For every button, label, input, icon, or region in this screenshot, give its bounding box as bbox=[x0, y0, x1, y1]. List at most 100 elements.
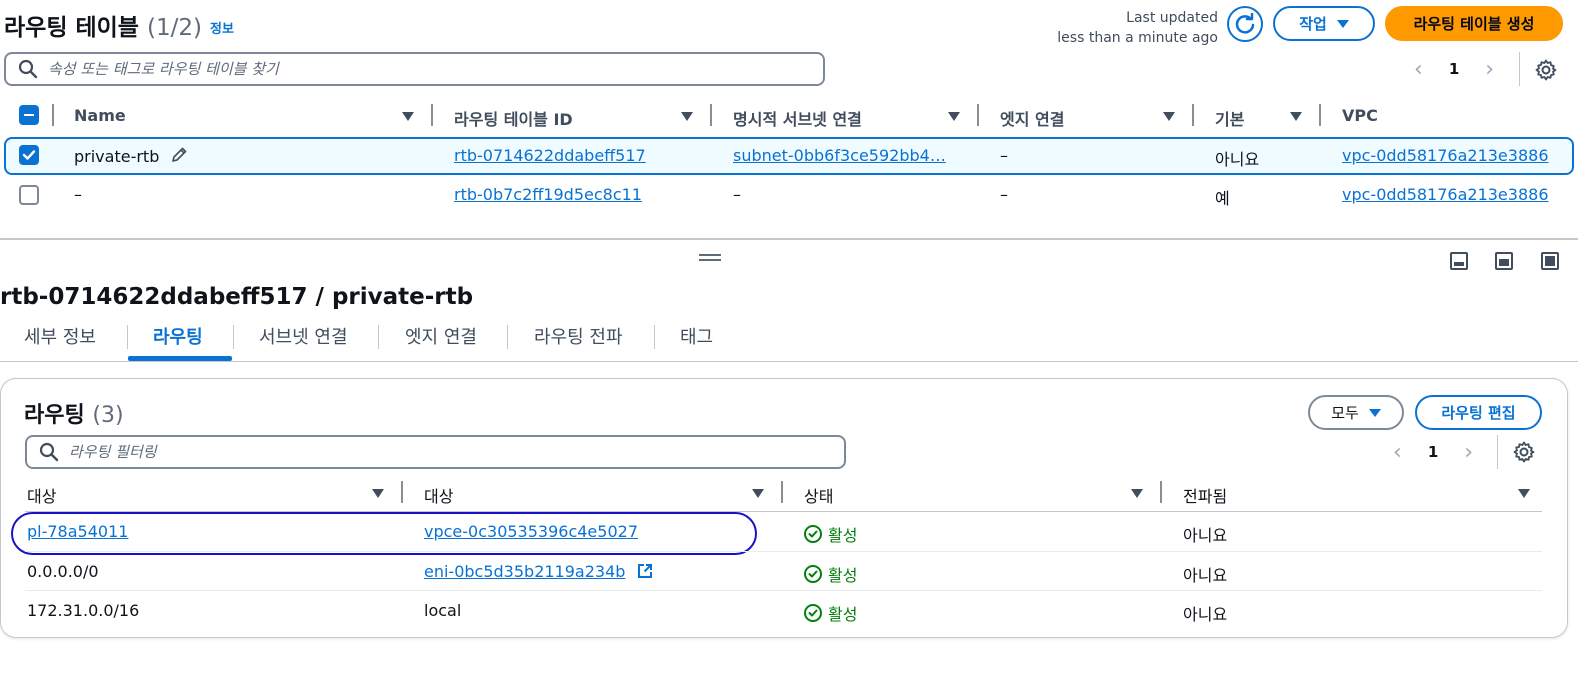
sort-down-icon[interactable] bbox=[1518, 489, 1530, 498]
tab-separator bbox=[654, 325, 655, 349]
column-separator[interactable] bbox=[1192, 104, 1194, 126]
search-icon bbox=[18, 59, 38, 79]
target-cell: eni-0bc5d35b2119a234b bbox=[424, 562, 653, 581]
sort-down-icon[interactable] bbox=[372, 489, 384, 498]
column-header-subnet[interactable]: 명시적 서브넷 연결 bbox=[733, 106, 862, 130]
propagated-value: 아니요 bbox=[1183, 566, 1228, 585]
search-input[interactable] bbox=[48, 60, 773, 78]
routes-settings-button[interactable] bbox=[1511, 439, 1537, 465]
select-all-checkbox[interactable] bbox=[19, 105, 39, 125]
routes-filter-dropdown[interactable]: 모두 bbox=[1308, 395, 1404, 430]
column-separator[interactable] bbox=[781, 481, 783, 503]
routes-search[interactable] bbox=[25, 435, 846, 469]
routes-search-input[interactable] bbox=[69, 443, 794, 461]
main-flag: 예 bbox=[1215, 189, 1230, 208]
route-table-id-link[interactable]: rtb-0714622ddabeff517 bbox=[454, 146, 646, 165]
destination-value: 0.0.0.0/0 bbox=[27, 562, 99, 581]
tab-tags[interactable]: 태그 bbox=[680, 323, 713, 349]
row-divider bbox=[25, 590, 1542, 591]
tab-edge-associations[interactable]: 엣지 연결 bbox=[405, 323, 477, 349]
column-header-propagated[interactable]: 전파됨 bbox=[1183, 483, 1227, 507]
row-checkbox[interactable] bbox=[19, 145, 39, 165]
chevron-left-icon[interactable]: ‹ bbox=[1414, 57, 1423, 82]
destination-value: 172.31.0.0/16 bbox=[27, 601, 140, 620]
sort-down-icon[interactable] bbox=[681, 112, 693, 121]
propagated-value: 아니요 bbox=[1183, 526, 1228, 545]
actions-label: 작업 bbox=[1299, 15, 1327, 33]
actions-dropdown[interactable]: 작업 bbox=[1273, 6, 1375, 41]
panel-full-icon[interactable] bbox=[1541, 252, 1559, 270]
chevron-right-icon[interactable]: › bbox=[1464, 440, 1473, 465]
row-divider bbox=[25, 551, 1542, 552]
column-header-target[interactable]: 대상 bbox=[424, 483, 453, 507]
page-title: 라우팅 테이블 (1/2) bbox=[4, 8, 202, 42]
route-table-id-link[interactable]: rtb-0b7c2ff19d5ec8c11 bbox=[454, 185, 642, 204]
sort-down-icon[interactable] bbox=[1131, 489, 1143, 498]
edge-association: – bbox=[1000, 146, 1008, 165]
pagination: ‹ 1 › bbox=[1414, 55, 1506, 83]
external-link-icon[interactable] bbox=[637, 563, 653, 579]
subnet-link[interactable]: subnet-0bb6f3ce592bb4… bbox=[733, 146, 946, 165]
route-table-search[interactable] bbox=[4, 52, 825, 86]
column-separator[interactable] bbox=[977, 104, 979, 126]
column-separator[interactable] bbox=[401, 481, 403, 503]
column-header-vpc[interactable]: VPC bbox=[1342, 106, 1378, 125]
vpc-link[interactable]: vpc-0dd58176a213e3886 bbox=[1342, 185, 1549, 204]
tab-route-propagation[interactable]: 라우팅 전파 bbox=[534, 323, 623, 349]
page-number[interactable]: 1 bbox=[1449, 60, 1459, 78]
status-text: 활성 bbox=[828, 566, 858, 585]
create-route-table-button[interactable]: 라우팅 테이블 생성 bbox=[1385, 6, 1563, 41]
tab-separator bbox=[378, 325, 379, 349]
check-circle-icon bbox=[804, 565, 822, 583]
settings-button[interactable] bbox=[1533, 57, 1559, 83]
panel-bottom-icon[interactable] bbox=[1450, 252, 1468, 270]
column-header-status[interactable]: 상태 bbox=[804, 483, 833, 507]
column-header-name[interactable]: Name bbox=[74, 106, 126, 125]
page-title-text: 라우팅 테이블 bbox=[4, 15, 139, 41]
column-header-main[interactable]: 기본 bbox=[1215, 106, 1244, 130]
target-link[interactable]: eni-0bc5d35b2119a234b bbox=[424, 562, 625, 581]
info-link[interactable]: 정보 bbox=[210, 18, 234, 37]
tab-routes[interactable]: 라우팅 bbox=[153, 323, 203, 349]
column-header-destination[interactable]: 대상 bbox=[27, 483, 56, 507]
sort-down-icon[interactable] bbox=[1290, 112, 1302, 121]
tab-separator bbox=[507, 325, 508, 349]
check-circle-icon bbox=[804, 525, 822, 543]
check-icon bbox=[22, 150, 36, 160]
sort-down-icon[interactable] bbox=[402, 112, 414, 121]
page-number[interactable]: 1 bbox=[1428, 443, 1438, 461]
chevron-right-icon[interactable]: › bbox=[1485, 57, 1494, 82]
sort-down-icon[interactable] bbox=[948, 112, 960, 121]
column-separator[interactable] bbox=[1319, 104, 1321, 126]
tab-details[interactable]: 세부 정보 bbox=[24, 323, 96, 349]
resize-handle-icon[interactable] bbox=[699, 254, 721, 264]
search-icon bbox=[39, 442, 59, 462]
column-separator[interactable] bbox=[1160, 481, 1162, 503]
selection-count: (1/2) bbox=[146, 15, 202, 41]
refresh-button[interactable] bbox=[1227, 6, 1263, 42]
column-separator[interactable] bbox=[431, 104, 433, 126]
detail-title: rtb-0714622ddabeff517 / private-rtb bbox=[0, 284, 474, 310]
last-updated: Last updated less than a minute ago bbox=[1040, 8, 1218, 48]
routes-title-text: 라우팅 bbox=[24, 403, 85, 428]
vpc-link[interactable]: vpc-0dd58176a213e3886 bbox=[1342, 146, 1549, 165]
refresh-icon bbox=[1235, 13, 1255, 34]
routes-filter-label: 모두 bbox=[1331, 404, 1359, 422]
edit-routes-button[interactable]: 라우팅 편집 bbox=[1415, 395, 1542, 430]
status-badge: 활성 bbox=[804, 522, 857, 546]
sort-down-icon[interactable] bbox=[752, 489, 764, 498]
pencil-icon[interactable] bbox=[170, 146, 188, 164]
chevron-left-icon[interactable]: ‹ bbox=[1393, 440, 1402, 465]
column-header-edge[interactable]: 엣지 연결 bbox=[1000, 106, 1064, 130]
column-header-id[interactable]: 라우팅 테이블 ID bbox=[454, 106, 573, 130]
edge-association: – bbox=[1000, 185, 1008, 204]
row-name: private-rtb bbox=[74, 146, 188, 166]
row-checkbox[interactable] bbox=[19, 185, 39, 205]
panel-half-icon[interactable] bbox=[1495, 252, 1513, 270]
subnet-association: – bbox=[733, 185, 741, 204]
gear-icon bbox=[1513, 441, 1535, 463]
tab-subnet-associations[interactable]: 서브넷 연결 bbox=[259, 323, 348, 349]
sort-down-icon[interactable] bbox=[1163, 112, 1175, 121]
column-separator[interactable] bbox=[710, 104, 712, 126]
status-badge: 활성 bbox=[804, 601, 857, 625]
